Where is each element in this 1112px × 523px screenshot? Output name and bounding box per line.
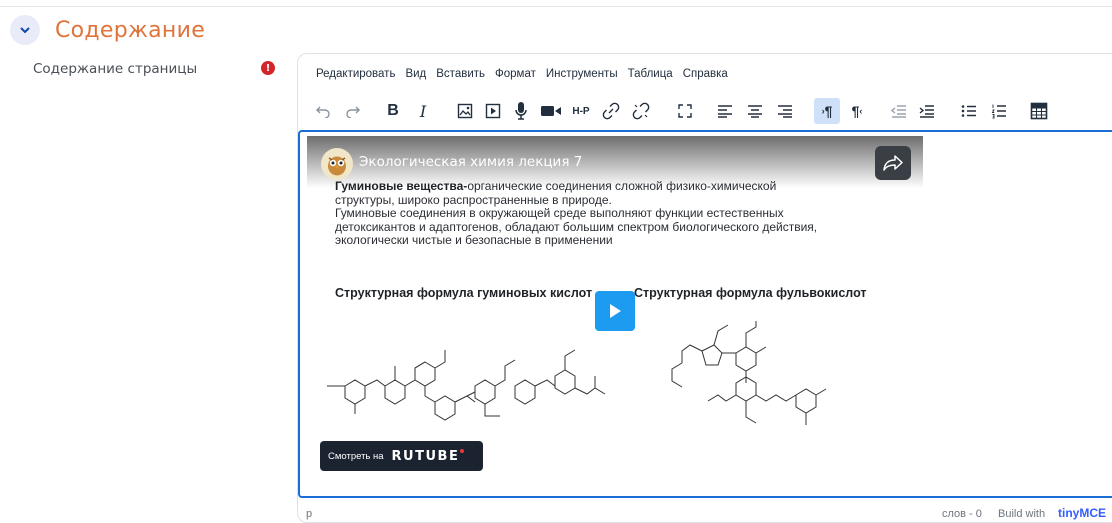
share-icon[interactable] bbox=[875, 146, 911, 180]
align-center-icon[interactable] bbox=[742, 98, 768, 124]
play-button[interactable] bbox=[595, 291, 635, 331]
menu-insert[interactable]: Вставить bbox=[436, 68, 485, 80]
embedded-video[interactable]: Экологическая химия лекция 7 Гуминовые в… bbox=[307, 136, 923, 476]
owl-avatar-icon[interactable] bbox=[321, 148, 353, 180]
watch-on-label: Смотреть на bbox=[328, 450, 384, 462]
menu-edit[interactable]: Редактировать bbox=[316, 68, 395, 80]
menu-tools[interactable]: Инструменты bbox=[546, 68, 618, 80]
slide-text: Гуминовые вещества-органические соединен… bbox=[335, 179, 895, 248]
unlink-icon[interactable] bbox=[628, 98, 654, 124]
bold-icon[interactable]: B bbox=[380, 98, 406, 124]
section-header: Содержание bbox=[10, 14, 205, 46]
video-title[interactable]: Экологическая химия лекция 7 bbox=[359, 154, 582, 170]
indent-icon[interactable] bbox=[914, 98, 940, 124]
humic-acid-structure-image bbox=[327, 349, 606, 421]
redo-icon[interactable] bbox=[340, 98, 366, 124]
audio-record-icon[interactable] bbox=[508, 98, 534, 124]
section-title: Содержание bbox=[55, 17, 206, 43]
editor-statusbar: p слов - 0 Build with tinyMCE bbox=[298, 502, 1112, 522]
rtl-glyph: ¶ bbox=[851, 103, 860, 119]
ltr-glyph: ¶ bbox=[824, 103, 833, 119]
field-label: Содержание страницы bbox=[33, 61, 198, 77]
align-right-icon[interactable] bbox=[772, 98, 798, 124]
top-divider bbox=[0, 6, 1112, 7]
h5p-icon[interactable]: H-P bbox=[568, 98, 594, 124]
watch-on-rutube-button[interactable]: Смотреть на RUTUBE bbox=[320, 441, 483, 471]
image-icon[interactable] bbox=[452, 98, 478, 124]
align-left-icon[interactable] bbox=[712, 98, 738, 124]
rutube-logo-dot bbox=[460, 449, 465, 453]
editor-menubar: Редактировать Вид Вставить Формат Инстру… bbox=[316, 68, 738, 80]
build-with-label: Build with bbox=[998, 508, 1046, 520]
undo-icon[interactable] bbox=[310, 98, 336, 124]
formula-title-humic: Структурная формула гуминовых кислот bbox=[335, 286, 593, 300]
menu-view[interactable]: Вид bbox=[405, 68, 426, 80]
editor-toolbar: B I H-P › ¶ ¶ ‹ bbox=[310, 98, 1112, 126]
fullscreen-icon[interactable] bbox=[672, 98, 698, 124]
required-exclamation-icon[interactable]: ! bbox=[261, 61, 275, 75]
fulvic-acid-structure-image bbox=[671, 321, 827, 425]
menu-help[interactable]: Справка bbox=[683, 68, 728, 80]
bullet-list-icon[interactable] bbox=[956, 98, 982, 124]
word-count[interactable]: слов - 0 bbox=[942, 508, 982, 520]
slide-line-5: экологически чистые и безопасные в приме… bbox=[335, 233, 613, 247]
italic-icon[interactable]: I bbox=[410, 98, 436, 124]
rtl-icon[interactable]: ¶ ‹ bbox=[844, 98, 870, 124]
link-icon[interactable] bbox=[598, 98, 624, 124]
chevron-down-icon bbox=[20, 27, 30, 34]
ltr-icon[interactable]: › ¶ bbox=[814, 98, 840, 124]
numbered-list-icon[interactable] bbox=[986, 98, 1012, 124]
outdent-icon[interactable] bbox=[886, 98, 912, 124]
element-path[interactable]: p bbox=[306, 508, 312, 520]
menu-table[interactable]: Таблица bbox=[628, 68, 673, 80]
tinymce-logo[interactable]: tinyMCE bbox=[1058, 506, 1106, 520]
media-icon[interactable] bbox=[480, 98, 506, 124]
video-record-icon[interactable] bbox=[538, 98, 564, 124]
slide-line-2: структуры, широко распространенные в при… bbox=[335, 192, 612, 207]
slide-line-4: детоксикантов и адаптогенов, обладают бо… bbox=[335, 219, 818, 234]
table-icon[interactable] bbox=[1026, 98, 1052, 124]
slide-line-3: Гуминовые соединения в окружающей среде … bbox=[335, 206, 784, 220]
rutube-logo: RUTUBE bbox=[391, 448, 460, 464]
section-collapse-button[interactable] bbox=[10, 15, 40, 45]
rich-text-editor: Редактировать Вид Вставить Формат Инстру… bbox=[297, 53, 1112, 523]
menu-format[interactable]: Формат bbox=[495, 68, 536, 80]
editor-content-area[interactable]: Экологическая химия лекция 7 Гуминовые в… bbox=[298, 130, 1112, 498]
slide-line-1: Гуминовые вещества-органические соединен… bbox=[335, 179, 895, 194]
slide-heading: Гуминовые вещества- bbox=[335, 179, 468, 193]
formula-title-fulvic: Структурная формула фульвокислот bbox=[634, 286, 867, 300]
slide-line-1-rest: органические соединения сложной физико-х… bbox=[467, 179, 777, 193]
